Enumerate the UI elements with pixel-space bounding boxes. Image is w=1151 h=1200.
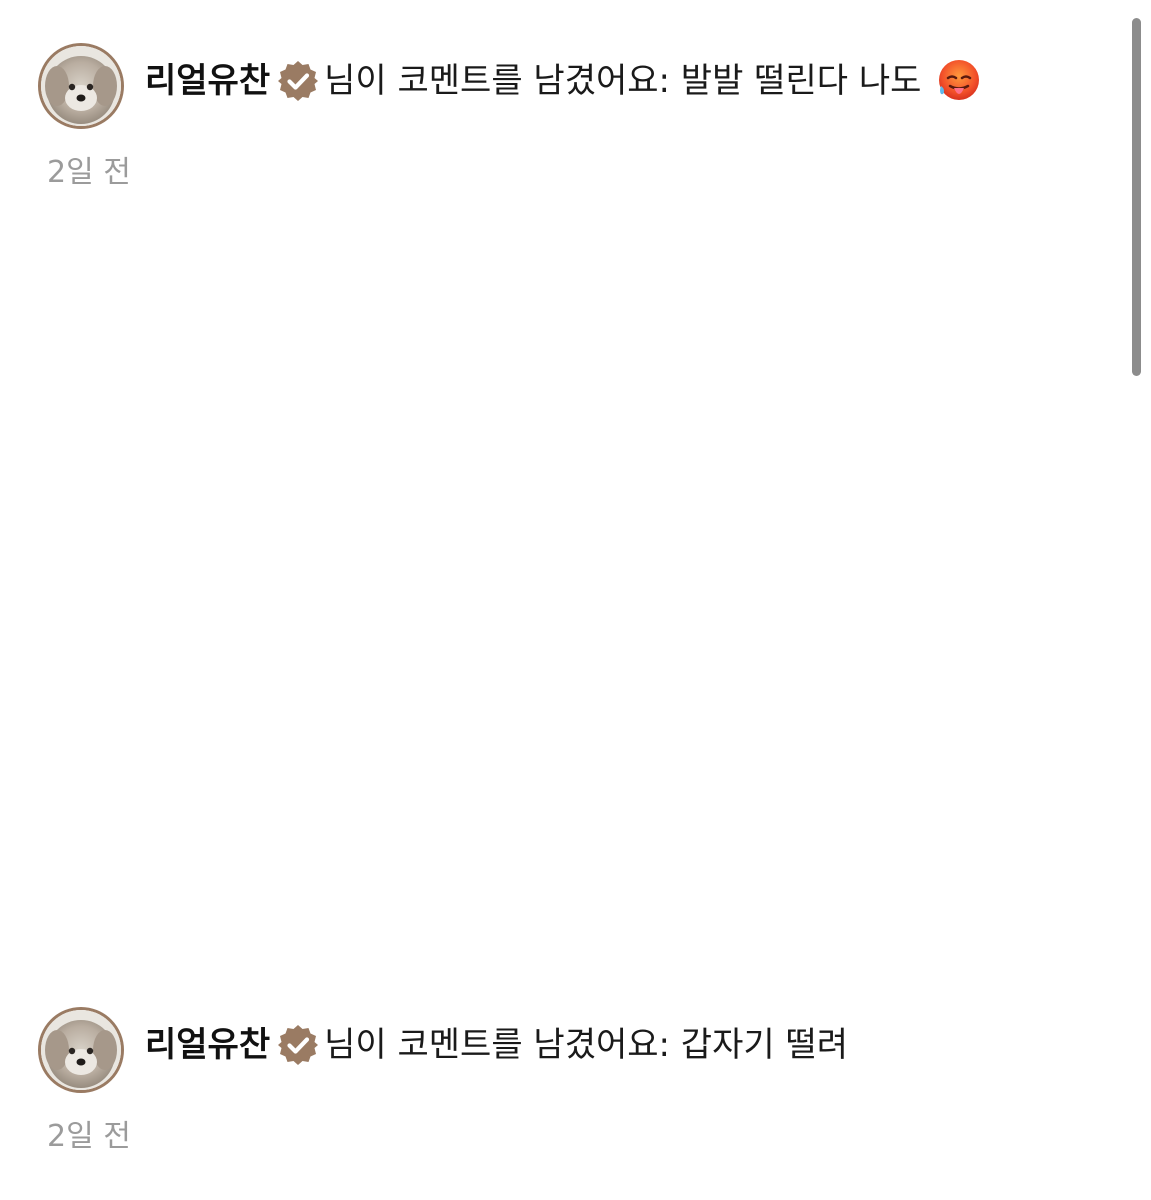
notification-item[interactable]: 리얼유찬 님이 코멘트를 남겼어요: 발발 떨린다 나도 2일 전	[38, 43, 1118, 190]
scrollbar[interactable]	[1132, 18, 1141, 376]
avatar[interactable]	[38, 43, 124, 129]
username[interactable]: 리얼유찬	[145, 1021, 270, 1069]
verified-badge-icon	[276, 59, 320, 103]
hot-face-emoji	[935, 58, 981, 104]
avatar[interactable]	[38, 1007, 124, 1093]
timestamp: 2일 전	[47, 1119, 131, 1154]
notification-item[interactable]: 리얼유찬 님이 코멘트를 남겼어요: 갑자기 떨려 2일 전	[38, 1007, 1118, 1154]
dog-avatar-image	[41, 1010, 121, 1090]
dog-avatar-image	[41, 46, 121, 126]
username[interactable]: 리얼유찬	[145, 57, 270, 105]
verified-badge-icon	[276, 1023, 320, 1067]
comment-message: 님이 코멘트를 남겼어요: 발발 떨린다 나도	[324, 61, 922, 101]
comment-message: 님이 코멘트를 남겼어요: 갑자기 떨려	[324, 1025, 849, 1065]
timestamp: 2일 전	[47, 155, 131, 190]
